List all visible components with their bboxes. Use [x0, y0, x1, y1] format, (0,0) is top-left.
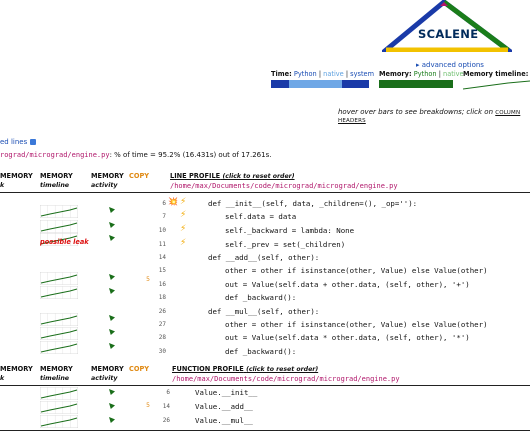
time-native-bar[interactable]	[289, 80, 342, 88]
cpu-hot-icon: ⚡	[180, 210, 187, 220]
reduced-lines-checkbox[interactable]: ed lines	[0, 138, 36, 146]
logo-title: SCALENE	[418, 27, 479, 41]
fn-memory-activity-mark	[109, 389, 115, 395]
fn-copy-value: 5	[146, 402, 150, 409]
fn-col-copy[interactable]: COPY	[129, 365, 149, 373]
code-line[interactable]: out = Value(self.data + other.data, (sel…	[225, 280, 470, 289]
time-system-bar[interactable]	[342, 80, 369, 88]
memory-timeline-legend: Memory timeline: (m	[463, 70, 529, 78]
memory-timeline-sparkline[interactable]	[40, 272, 78, 285]
function-profile-rule	[0, 385, 530, 386]
memory-activity-mark	[109, 343, 115, 349]
col-memory-timeline[interactable]: MEMORY	[40, 172, 73, 180]
code-line[interactable]: out = Value(self.data * other.data, (sel…	[225, 333, 470, 342]
function-profile-path: /home/max/Documents/code/micrograd/micro…	[172, 375, 400, 383]
code-line[interactable]: def __mul__(self, other):	[208, 307, 319, 316]
col-memory-peak[interactable]: MEMORY	[0, 172, 33, 180]
line-number: 11	[158, 241, 166, 248]
line-number: 28	[158, 334, 166, 341]
time-python-bar[interactable]	[271, 80, 289, 88]
fn-col-memory-timeline[interactable]: MEMORY	[40, 365, 73, 373]
fn-col-memory-peak-sub: k	[0, 375, 5, 382]
memory-activity-mark	[109, 288, 115, 294]
file-summary: rograd/micrograd/engine.py: % of time = …	[0, 151, 272, 159]
fn-memory-timeline-sparkline[interactable]	[40, 415, 78, 428]
memory-activity-mark	[109, 315, 115, 321]
col-copy[interactable]: COPY	[129, 172, 149, 180]
memory-activity-mark	[109, 222, 115, 228]
fn-memory-activity-mark	[109, 403, 115, 409]
cpu-hot-icon: ⚡	[180, 197, 187, 207]
col-memory-activity[interactable]: MEMORY	[91, 172, 124, 180]
line-number: 26	[158, 308, 166, 315]
copy-value: 5	[146, 276, 150, 283]
line-number: 16	[158, 281, 166, 288]
memory-activity-mark	[109, 329, 115, 335]
memory-timeline-sparkline[interactable]	[40, 286, 78, 299]
fn-col-memory-peak[interactable]: MEMORY	[0, 365, 33, 373]
scalene-logo	[382, 0, 512, 52]
memory-timeline-sparkline[interactable]	[40, 220, 78, 233]
line-number: 14	[158, 254, 166, 261]
line-number: 15	[158, 267, 166, 274]
code-line[interactable]: self._prev = set(_children)	[225, 240, 345, 249]
code-line[interactable]: other = other if isinstance(other, Value…	[225, 320, 488, 329]
fn-col-memory-activity-sub: activity	[91, 375, 118, 382]
col-memory-timeline-sub: timeline	[40, 182, 70, 189]
line-number: 27	[158, 321, 166, 328]
advanced-options-toggle[interactable]: ▸ advanced options	[416, 61, 484, 69]
line-number: 10	[158, 227, 166, 234]
code-line[interactable]: other = other if isinstance(other, Value…	[225, 266, 488, 275]
fn-line-number: 6	[166, 389, 170, 396]
function-name[interactable]: Value.__init__	[195, 388, 257, 397]
memory-activity-mark	[109, 274, 115, 280]
explosion-icon: 💥	[168, 197, 178, 206]
file-path[interactable]: rograd/micrograd/engine.py	[0, 151, 110, 159]
code-line[interactable]: def __init__(self, data, _children=(), _…	[208, 199, 417, 208]
checkbox-icon[interactable]	[29, 139, 36, 145]
fn-memory-activity-mark	[109, 417, 115, 423]
code-line[interactable]: def __add__(self, other):	[208, 253, 319, 262]
fn-memory-timeline-sparkline[interactable]	[40, 401, 78, 414]
line-profile-rule	[0, 192, 530, 193]
line-profile-path: /home/max/Documents/code/micrograd/micro…	[170, 182, 398, 190]
code-line[interactable]: def _backward():	[225, 347, 296, 356]
line-number: 30	[158, 348, 166, 355]
memory-timeline-sparkline[interactable]	[40, 327, 78, 340]
cpu-hot-icon: ⚡	[180, 224, 187, 234]
hover-hint: hover over bars to see breakdowns; click…	[338, 108, 521, 124]
fn-line-number: 26	[162, 417, 170, 424]
code-line[interactable]: def _backward():	[225, 293, 296, 302]
code-line[interactable]: self.data = data	[225, 212, 296, 221]
possible-leak-label: possible leak	[40, 238, 89, 246]
time-legend: Time: Python | native | system	[271, 70, 375, 78]
cpu-hot-icon: ⚡	[180, 238, 187, 248]
memory-timeline-sparkline[interactable]	[40, 341, 78, 354]
memory-activity-mark	[109, 207, 115, 213]
fn-col-memory-timeline-sub: timeline	[40, 375, 70, 382]
memory-timeline-chart	[463, 80, 530, 90]
col-memory-activity-sub: activity	[91, 182, 118, 189]
line-profile-title[interactable]: LINE PROFILE (click to reset order)	[170, 172, 295, 180]
function-name[interactable]: Value.__add__	[195, 402, 253, 411]
function-profile-title[interactable]: FUNCTION PROFILE (click to reset order)	[172, 365, 318, 373]
memory-activity-mark	[109, 235, 115, 241]
line-number: 18	[158, 294, 166, 301]
fn-col-memory-activity[interactable]: MEMORY	[91, 365, 124, 373]
code-line[interactable]: self._backward = lambda: None	[225, 226, 354, 235]
memory-python-bar[interactable]	[379, 80, 453, 88]
memory-legend: Memory: Python | native	[379, 70, 464, 78]
line-number: 6	[162, 200, 166, 207]
fn-memory-timeline-sparkline[interactable]	[40, 387, 78, 400]
memory-timeline-sparkline[interactable]	[40, 313, 78, 326]
memory-timeline-sparkline[interactable]	[40, 205, 78, 218]
col-memory-peak-sub: k	[0, 182, 5, 189]
line-number: 7	[162, 213, 166, 220]
bottom-rule	[0, 430, 530, 431]
function-name[interactable]: Value.__mul__	[195, 416, 253, 425]
fn-line-number: 14	[162, 403, 170, 410]
